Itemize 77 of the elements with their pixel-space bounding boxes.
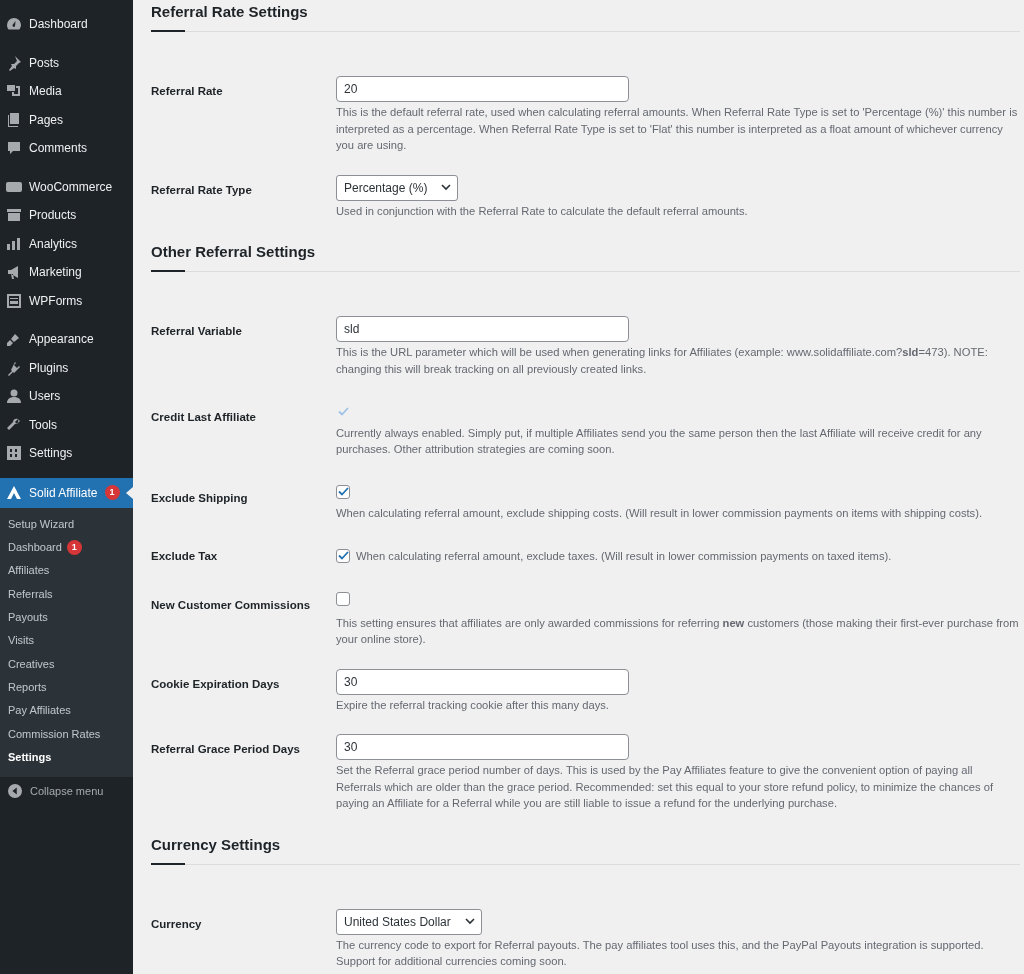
submenu-item[interactable]: Affiliates — [0, 559, 133, 583]
current-pointer-icon — [126, 486, 133, 499]
submenu-item[interactable]: Visits — [0, 629, 133, 653]
field-label: Currency — [151, 916, 203, 932]
field-description: This is the default referral rate, used when calculating referral amounts. When Referral Rate Type is set to 'Percentage (%)' this number is interpreted as a percentage. When Referral Rate Type is set to 'Flat' this number is interpreted as a float amount of whichever currency you are using. — [336, 105, 1019, 153]
field-label: Cookie Expiration Days — [151, 676, 281, 692]
pin-icon — [6, 54, 22, 71]
field-label: Exclude Shipping — [151, 490, 249, 506]
field-label: Referral Rate — [151, 84, 224, 99]
menu-item[interactable]: WPForms — [0, 286, 133, 315]
field-label: New Customer Commissions — [151, 597, 312, 613]
field-label: Referral Rate Type — [151, 182, 253, 198]
menu-item[interactable]: Posts — [0, 48, 133, 77]
field-description: This is the URL parameter which will be used when generating links for Affiliates (example: www.solidaffiliate.com?sld=473). NOTE: changing this will break tracking on all previously created links. — [336, 345, 989, 377]
collapse-menu-button[interactable]: Collapse menu — [0, 776, 133, 800]
checkbox[interactable] — [336, 548, 350, 563]
submenu-item[interactable]: Setup Wizard — [0, 512, 133, 536]
submenu-item[interactable]: Pay Affiliates — [0, 698, 133, 723]
field-description: When calculating referral amount, exclude shipping costs. (Will result in lower commission payments on items with shipping costs). — [336, 506, 984, 521]
submenu-item[interactable]: Commission Rates — [0, 722, 133, 746]
chevron-icon — [464, 918, 475, 926]
checkbox[interactable] — [336, 484, 350, 499]
field-description: The currency code to export for Referral payouts. The pay affiliates tool uses this, and the PayPal Payouts integration is supported. Support for additional currencies coming soon. — [336, 937, 985, 970]
logo-icon — [6, 484, 22, 501]
field-label: Referral Variable — [151, 324, 243, 339]
submenu-item[interactable]: Referrals — [0, 582, 133, 606]
submenu-item[interactable]: Dashboard 1 — [0, 535, 133, 560]
field-label: Referral Grace Period Days — [151, 742, 301, 758]
field-description: This setting ensures that affiliates are only awarded commissions for referring new customers (those making their first-ever purchase from your online store). — [336, 615, 1020, 648]
menu-item[interactable]: Products — [0, 201, 133, 230]
dropdown-select[interactable]: United States Dollar — [336, 908, 482, 935]
field-description: Expire the referral tracking cookie after this many days. — [336, 697, 610, 713]
text-field[interactable]: 30 — [336, 734, 629, 761]
submenu-item[interactable]: Reports — [0, 675, 133, 699]
menu-item[interactable]: Tools — [0, 410, 133, 439]
menu-item[interactable]: Plugins — [0, 353, 133, 382]
section-heading: Currency Settings — [151, 834, 282, 854]
field-description: Set the Referral grace period number of days. This is used by the Pay Affiliates feature to give the convenient option of paying all Referrals which are older than the grace period. Recommended: set this equal to your store refund policy, to minimize the chances of paying an Affiliate for a Referral while you are still liable to issue a refund for the underlying purchase. — [336, 763, 995, 812]
menu-item[interactable]: Appearance — [0, 325, 133, 354]
dropdown-select[interactable]: Percentage (%) — [336, 174, 459, 201]
menu-item[interactable]: Dashboard — [0, 10, 133, 39]
field-label: Exclude Tax — [151, 548, 219, 564]
form-icon — [6, 292, 22, 309]
section-heading: Other Referral Settings — [151, 242, 317, 261]
brush-icon — [6, 331, 22, 348]
text-field[interactable]: sld — [336, 316, 629, 342]
menu-item[interactable]: Settings — [0, 439, 133, 468]
submenu-item[interactable]: Creatives — [0, 652, 133, 676]
menu-item[interactable]: WooCommerce — [0, 172, 133, 201]
chevron-icon — [441, 184, 452, 191]
pages-icon — [6, 111, 22, 128]
notification-badge: 1 — [104, 485, 120, 500]
notification-badge: 1 — [66, 539, 82, 555]
field-label: Credit Last Affiliate — [151, 410, 257, 425]
plug-icon — [6, 359, 22, 376]
menu-item[interactable]: Analytics — [0, 229, 133, 258]
box-icon — [6, 207, 22, 224]
collapse-icon — [8, 784, 22, 798]
section-heading: Referral Rate Settings — [151, 2, 309, 21]
menu-item[interactable]: Comments — [0, 134, 133, 163]
menu-item[interactable]: Marketing — [0, 258, 133, 287]
field-description: When calculating referral amount, exclude taxes. (Will result in lower commission payments on taxed items). — [356, 548, 892, 564]
speech-bubble-icon — [6, 140, 22, 157]
submenu-item[interactable]: Settings — [0, 745, 133, 769]
checkbox[interactable] — [336, 591, 350, 606]
text-field[interactable]: 20 — [336, 76, 629, 102]
bar-chart-icon — [6, 235, 22, 252]
menu-item[interactable]: Solid Affiliate 1 — [0, 477, 133, 508]
field-description: Currently always enabled. Simply put, if multiple Affiliates send you the same person then the last Affiliate will receive credit for any purchases. Other attribution strategies are coming soon. — [336, 425, 983, 457]
wrench-icon — [6, 416, 22, 433]
menu-item[interactable]: Media — [0, 77, 133, 106]
field-description: Used in conjunction with the Referral Rate to calculate the default referral amounts. — [336, 203, 749, 219]
submenu-item[interactable]: Payouts — [0, 605, 133, 629]
menu-item[interactable]: Pages — [0, 105, 133, 134]
text-field[interactable]: 30 — [336, 668, 629, 695]
user-icon — [6, 388, 22, 405]
menu-item[interactable]: Users — [0, 382, 133, 411]
